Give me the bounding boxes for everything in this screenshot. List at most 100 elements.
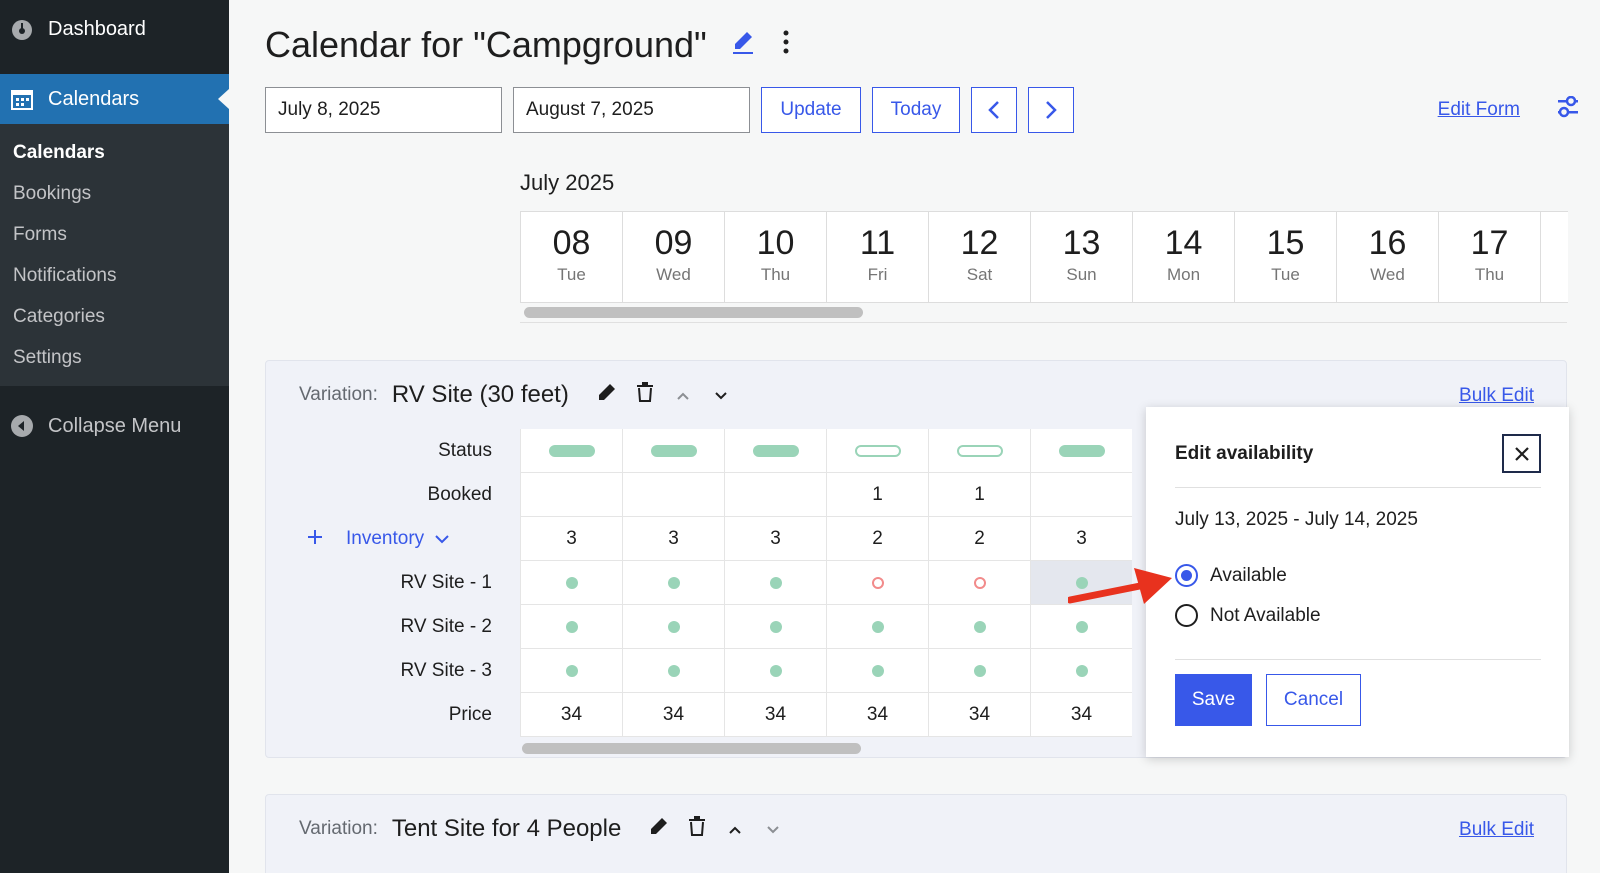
prev-button[interactable] <box>971 87 1017 133</box>
status-cell[interactable] <box>826 429 928 473</box>
day-header: 16 Wed <box>1336 212 1438 302</box>
today-button[interactable]: Today <box>872 87 960 133</box>
status-cell[interactable] <box>622 429 724 473</box>
radio-not-available-control[interactable] <box>1175 604 1198 627</box>
inventory-toggle[interactable]: Inventory <box>266 517 520 561</box>
chevron-down-icon[interactable] <box>761 818 785 841</box>
unit-cell[interactable] <box>520 649 622 693</box>
inventory-cell: 2 <box>826 517 928 561</box>
unit-cell[interactable] <box>724 649 826 693</box>
next-button[interactable] <box>1028 87 1074 133</box>
pencil-icon[interactable] <box>647 816 671 842</box>
radio-available-control[interactable] <box>1175 564 1198 587</box>
submenu-settings[interactable]: Settings <box>0 337 229 378</box>
submenu-notifications[interactable]: Notifications <box>0 255 229 296</box>
day-header: 12 Sat <box>928 212 1030 302</box>
collapse-arrow-icon <box>10 414 34 438</box>
day-header: 11 Fri <box>826 212 928 302</box>
end-date-input[interactable] <box>513 87 750 133</box>
status-cell[interactable] <box>724 429 826 473</box>
status-partial-pill <box>956 444 1003 457</box>
unit-cell[interactable] <box>928 649 1030 693</box>
price-cell[interactable]: 34 <box>928 693 1030 737</box>
divider <box>1175 659 1541 660</box>
admin-sidebar: Dashboard Calendars Calendars Bookings F… <box>0 0 229 873</box>
row-label: RV Site - 3 <box>400 660 492 681</box>
price-cell[interactable]: 34 <box>622 693 724 737</box>
unit-cell[interactable] <box>826 561 928 605</box>
chevron-left-icon <box>988 101 999 119</box>
sidebar-item-dashboard[interactable]: Dashboard <box>0 0 229 66</box>
bulk-edit-link[interactable]: Bulk Edit <box>1459 385 1534 407</box>
submenu-bookings[interactable]: Bookings <box>0 173 229 214</box>
variation-label: Variation: <box>299 384 378 405</box>
booked-cell <box>1030 473 1132 517</box>
unit-cell[interactable] <box>1030 649 1132 693</box>
plus-icon[interactable] <box>308 517 322 561</box>
unit-cell[interactable] <box>826 649 928 693</box>
available-dot <box>973 664 986 677</box>
cancel-button[interactable]: Cancel <box>1266 674 1361 726</box>
more-vertical-icon[interactable] <box>783 29 789 62</box>
available-dot <box>667 620 680 633</box>
unit-cell[interactable] <box>724 605 826 649</box>
unit-cell[interactable] <box>520 561 622 605</box>
booked-cell: 1 <box>826 473 928 517</box>
horizontal-scrollbar[interactable] <box>522 743 861 754</box>
status-available-pill <box>650 444 697 457</box>
date-range-text: July 13, 2025 - July 14, 2025 <box>1175 509 1418 530</box>
calendar-icon <box>10 87 34 111</box>
day-header: 10 Thu <box>724 212 826 302</box>
booked-cell: 1 <box>928 473 1030 517</box>
unit-cell[interactable] <box>928 561 1030 605</box>
date-toolbar: Update Today <box>265 87 1074 133</box>
bulk-edit-link[interactable]: Bulk Edit <box>1459 819 1534 841</box>
trash-icon[interactable] <box>685 816 709 842</box>
available-dot <box>973 620 986 633</box>
pencil-edit-icon[interactable] <box>731 29 755 62</box>
unit-cell[interactable] <box>724 561 826 605</box>
status-available-pill <box>1058 444 1105 457</box>
chevron-up-icon[interactable] <box>723 818 747 841</box>
price-cell[interactable]: 34 <box>826 693 928 737</box>
unit-cell[interactable] <box>520 605 622 649</box>
status-cell[interactable] <box>1030 429 1132 473</box>
price-cell[interactable]: 34 <box>1030 693 1132 737</box>
save-button[interactable]: Save <box>1175 674 1252 726</box>
unit-cell[interactable] <box>622 605 724 649</box>
edit-availability-popup: Edit availability July 13, 2025 - July 1… <box>1146 407 1569 757</box>
status-cell[interactable] <box>520 429 622 473</box>
radio-available[interactable]: Available <box>1175 564 1287 587</box>
available-dot <box>769 620 782 633</box>
unit-cell[interactable] <box>928 605 1030 649</box>
unit-cell[interactable] <box>826 605 928 649</box>
price-cell[interactable]: 34 <box>520 693 622 737</box>
start-date-input[interactable] <box>265 87 502 133</box>
unit-cell[interactable] <box>1030 605 1132 649</box>
price-cell[interactable]: 34 <box>724 693 826 737</box>
radio-not-available[interactable]: Not Available <box>1175 604 1321 627</box>
radio-available-label: Available <box>1210 564 1287 586</box>
radio-not-available-label: Not Available <box>1210 604 1321 626</box>
available-dot <box>769 664 782 677</box>
collapse-menu-button[interactable]: Collapse Menu <box>0 386 229 466</box>
unit-cell[interactable] <box>622 561 724 605</box>
pencil-icon[interactable] <box>595 382 619 408</box>
chevron-down-icon[interactable] <box>709 384 733 407</box>
submenu-categories[interactable]: Categories <box>0 296 229 337</box>
variation-header: Variation: Tent Site for 4 People <box>266 795 1566 863</box>
horizontal-scrollbar[interactable] <box>524 307 863 318</box>
day-header: 14 Mon <box>1132 212 1234 302</box>
edit-form-link[interactable]: Edit Form <box>1438 99 1520 121</box>
sidebar-item-calendars[interactable]: Calendars <box>0 74 229 124</box>
status-cell[interactable] <box>928 429 1030 473</box>
unit-cell[interactable] <box>622 649 724 693</box>
chevron-up-icon[interactable] <box>671 384 695 407</box>
update-button[interactable]: Update <box>761 87 861 133</box>
close-button[interactable] <box>1502 434 1541 473</box>
trash-icon[interactable] <box>633 382 657 408</box>
variation-label: Variation: <box>299 818 378 839</box>
settings-sliders-icon[interactable] <box>1556 95 1580 124</box>
submenu-forms[interactable]: Forms <box>0 214 229 255</box>
submenu-calendars[interactable]: Calendars <box>0 132 229 173</box>
